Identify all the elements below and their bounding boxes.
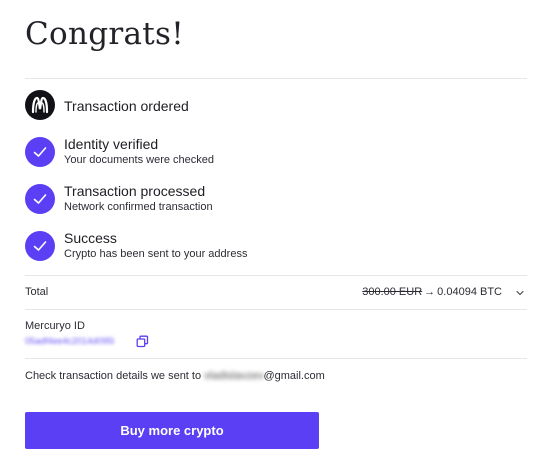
step-title: Transaction processed <box>64 183 206 199</box>
step-title: Success <box>64 230 117 246</box>
step-title: Identity verified <box>64 136 159 152</box>
mercuryo-id-value[interactable]: 05adf4ee4c2014d095l <box>25 336 114 346</box>
check-icon <box>25 184 55 214</box>
email-domain: @gmail.com <box>263 370 325 382</box>
step-success: Success Crypto has been sent to your add… <box>25 230 527 270</box>
crypto-amount: 0.04094 BTC <box>437 286 502 298</box>
original-amount: 300.00 EUR <box>362 286 423 298</box>
total-label: Total <box>25 286 49 298</box>
step-subtitle: Crypto has been sent to your address <box>64 248 248 260</box>
chevron-down-icon[interactable] <box>513 286 527 300</box>
step-transaction-processed: Transaction processed Network confirmed … <box>25 183 527 223</box>
check-icon <box>25 231 55 261</box>
divider <box>25 358 527 359</box>
mercuryo-logo-icon <box>25 90 55 120</box>
divider <box>25 275 527 276</box>
details-prefix: Check transaction details we sent to <box>25 370 205 382</box>
mercuryo-id-label: Mercuryo ID <box>25 320 85 332</box>
divider <box>25 309 527 310</box>
step-transaction-ordered: Transaction ordered <box>25 90 527 130</box>
total-value: 300.00 EUR → 0.04094 BTC <box>362 286 502 298</box>
divider <box>25 78 527 79</box>
copy-icon[interactable] <box>136 335 149 348</box>
buy-more-crypto-button[interactable]: Buy more crypto <box>25 412 319 449</box>
step-title: Transaction ordered <box>64 98 189 114</box>
step-identity-verified: Identity verified Your documents were ch… <box>25 136 527 176</box>
check-icon <box>25 137 55 167</box>
arrow-icon: → <box>424 286 436 298</box>
step-subtitle: Your documents were checked <box>64 154 215 166</box>
details-text: Check transaction details we sent to vla… <box>25 370 325 382</box>
step-subtitle: Network confirmed transaction <box>64 201 213 213</box>
page-title: Congrats! <box>25 16 185 52</box>
success-page: Congrats! Transaction ordered Identity v… <box>25 0 527 473</box>
email-user: vladislavzev <box>204 370 264 382</box>
